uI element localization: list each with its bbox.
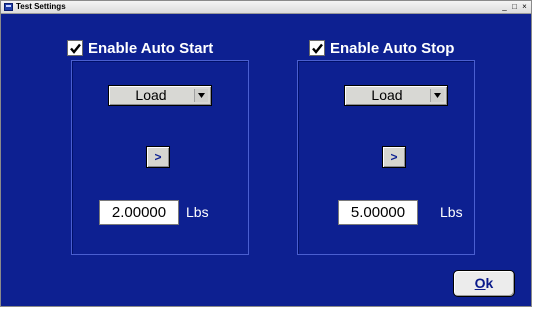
- auto-start-mode-value: Load: [135, 87, 167, 103]
- chevron-down-icon[interactable]: [194, 89, 208, 102]
- auto-start-checkbox[interactable]: Enable Auto Start: [67, 38, 217, 58]
- auto-start-unit-label: Lbs: [186, 204, 209, 220]
- auto-start-mode-select[interactable]: Load: [108, 85, 212, 106]
- window-title: Test Settings: [16, 2, 66, 11]
- check-icon[interactable]: [67, 40, 83, 56]
- test-settings-window: Test Settings _ □ × Enable Auto Start Lo…: [0, 0, 532, 307]
- auto-stop-checkbox[interactable]: Enable Auto Stop: [309, 38, 458, 58]
- ok-mnemonic: O: [474, 275, 486, 291]
- auto-start-value-field[interactable]: 2.00000: [99, 200, 179, 225]
- maximize-button[interactable]: □: [510, 2, 519, 11]
- ok-label-rest: k: [485, 275, 494, 291]
- app-icon: [4, 3, 13, 11]
- auto-stop-mode-select[interactable]: Load: [344, 85, 448, 106]
- auto-start-label: Enable Auto Start: [88, 39, 214, 57]
- chevron-down-icon[interactable]: [430, 89, 444, 102]
- ok-button[interactable]: Ok: [453, 270, 515, 297]
- auto-stop-value-field[interactable]: 5.00000: [338, 200, 418, 225]
- auto-stop-unit-label: Lbs: [440, 204, 463, 220]
- auto-stop-apply-button[interactable]: >: [382, 146, 406, 168]
- auto-start-apply-button[interactable]: >: [146, 146, 170, 168]
- check-icon[interactable]: [309, 40, 325, 56]
- title-bar[interactable]: Test Settings _ □ ×: [1, 1, 531, 14]
- auto-stop-label: Enable Auto Stop: [330, 39, 455, 57]
- auto-stop-mode-value: Load: [371, 87, 403, 103]
- minimize-button[interactable]: _: [500, 2, 509, 11]
- close-button[interactable]: ×: [520, 2, 529, 11]
